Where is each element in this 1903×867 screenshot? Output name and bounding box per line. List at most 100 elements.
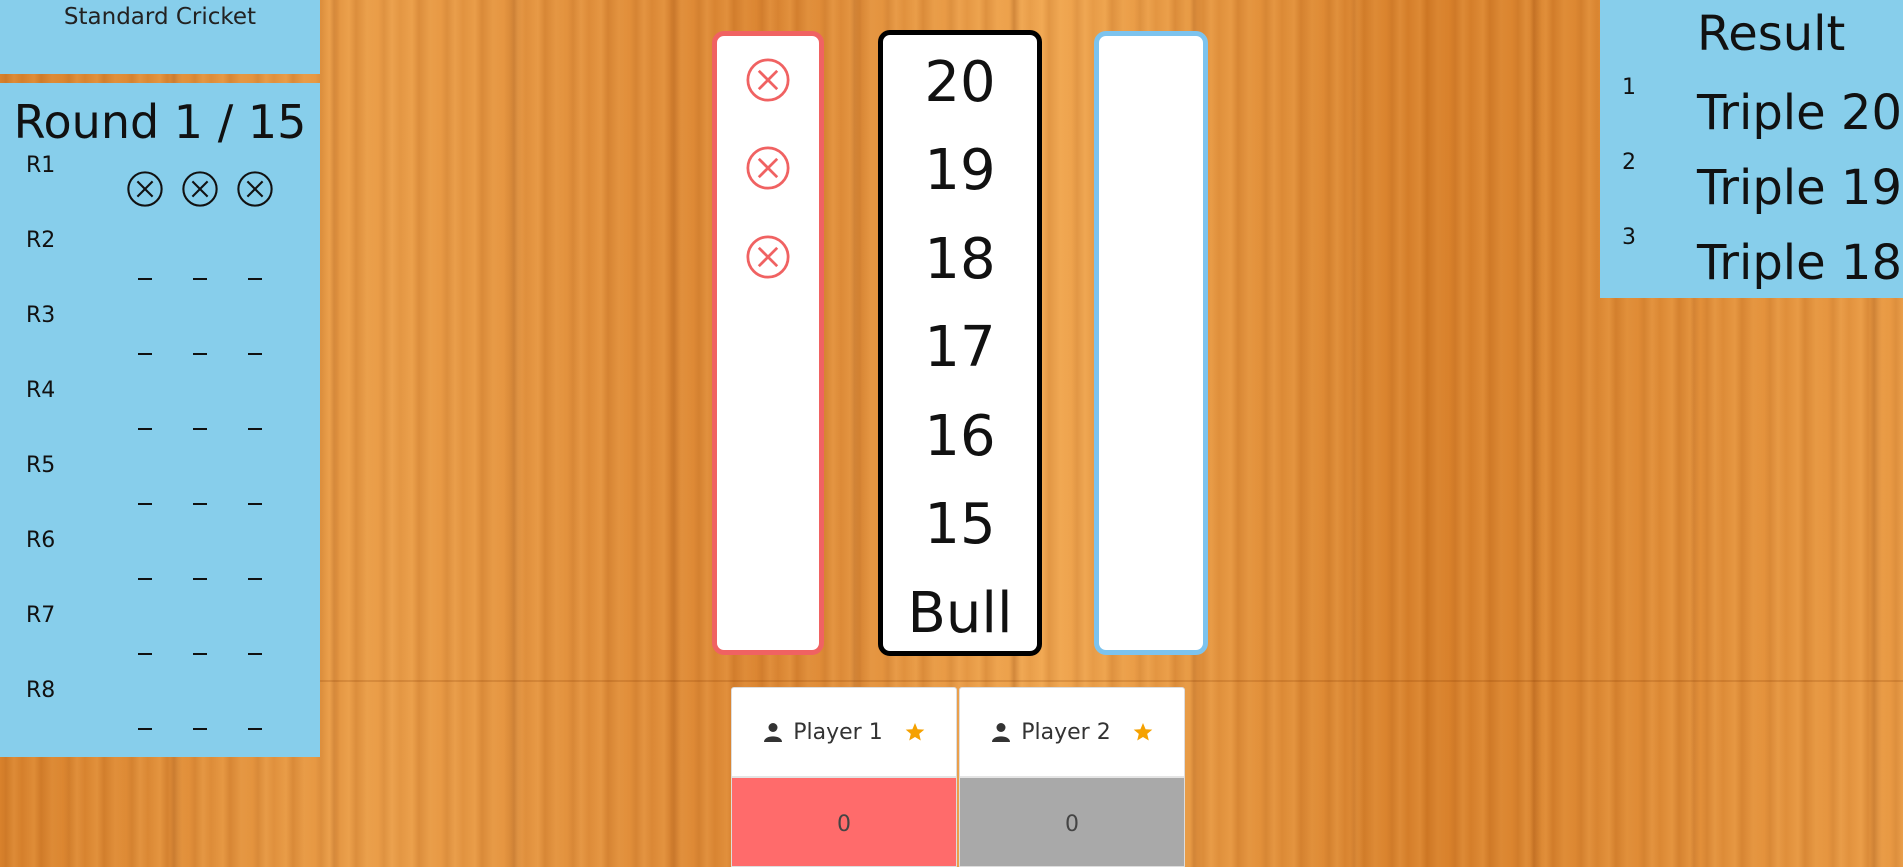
round-list: R1 R2 R3 R4 R5 R6 R7 R8 — [0, 153, 320, 753]
star-icon — [1133, 723, 1153, 741]
player-card-header: Player 1 — [732, 688, 956, 778]
round-label: R8 — [26, 678, 56, 703]
target-number: 15 — [924, 492, 996, 557]
empty-dart-dash — [193, 428, 207, 430]
miss-mark — [745, 234, 791, 280]
empty-dart-dash — [193, 728, 207, 730]
empty-dart-dash — [193, 578, 207, 580]
result-panel: Result 1 Triple 20 2 Triple 19 3 Triple 18 — [1600, 0, 1903, 298]
empty-dart-dash — [138, 653, 152, 655]
round-row: R2 — [0, 228, 320, 303]
dart-mark — [235, 694, 275, 734]
result-title: Result — [1697, 6, 1846, 62]
target-number: 17 — [924, 315, 996, 380]
round-darts — [125, 169, 275, 209]
targets-column: 20 19 18 17 16 15 Bull — [878, 30, 1042, 656]
dart-mark — [125, 319, 165, 359]
round-row: R4 — [0, 378, 320, 453]
empty-dart-dash — [193, 353, 207, 355]
round-label: R2 — [26, 228, 56, 253]
player-card-1[interactable]: Player 1 0 — [731, 687, 957, 867]
empty-dart-dash — [248, 728, 262, 730]
target-number: 19 — [924, 138, 996, 203]
round-darts — [125, 394, 275, 434]
miss-icon — [127, 171, 163, 207]
dart-mark — [180, 469, 220, 509]
round-label: R6 — [26, 528, 56, 553]
round-label: R5 — [26, 453, 56, 478]
player-card-header: Player 2 — [960, 688, 1184, 778]
dart-mark — [235, 319, 275, 359]
miss-mark — [745, 145, 791, 191]
dart-mark — [125, 694, 165, 734]
dart-mark — [235, 469, 275, 509]
round-darts — [125, 319, 275, 359]
dart-mark — [125, 169, 165, 209]
miss-mark — [745, 57, 791, 103]
empty-dart-dash — [193, 503, 207, 505]
dart-mark — [235, 619, 275, 659]
result-value: Triple 20 — [1697, 85, 1903, 141]
dart-mark — [125, 244, 165, 284]
miss-icon — [237, 171, 273, 207]
round-darts — [125, 244, 275, 284]
miss-icon — [746, 58, 790, 102]
player-name: Player 1 — [793, 719, 883, 745]
round-label: R4 — [26, 378, 56, 403]
round-label: R1 — [26, 153, 56, 178]
round-row: R3 — [0, 303, 320, 378]
target-number: 20 — [924, 50, 996, 115]
round-row: R7 — [0, 603, 320, 678]
player-score: 0 — [960, 778, 1184, 866]
round-row: R6 — [0, 528, 320, 603]
target-number: 16 — [924, 404, 996, 469]
dart-mark — [235, 544, 275, 584]
round-row: R8 — [0, 678, 320, 753]
user-icon — [992, 723, 1011, 742]
rounds-panel: Round 1 / 15 R1 R2 R3 R4 R5 R6 R7 R8 — [0, 83, 320, 757]
player-card-2[interactable]: Player 2 0 — [959, 687, 1185, 867]
dart-mark — [180, 694, 220, 734]
result-value: Triple 19 — [1697, 160, 1903, 216]
empty-dart-dash — [193, 278, 207, 280]
empty-dart-dash — [138, 278, 152, 280]
miss-icon — [746, 146, 790, 190]
miss-icon — [746, 235, 790, 279]
dart-mark — [125, 394, 165, 434]
round-darts — [125, 469, 275, 509]
dart-mark — [180, 169, 220, 209]
player2-marks-column[interactable] — [1094, 31, 1208, 655]
result-row: 2 Triple 19 — [1600, 150, 1903, 225]
miss-icon — [182, 171, 218, 207]
round-darts — [125, 544, 275, 584]
result-index: 3 — [1622, 225, 1636, 250]
empty-dart-dash — [193, 653, 207, 655]
dart-mark — [180, 319, 220, 359]
player-name: Player 2 — [1021, 719, 1111, 745]
dart-mark — [235, 394, 275, 434]
empty-dart-dash — [138, 428, 152, 430]
user-icon — [764, 723, 783, 742]
empty-dart-dash — [248, 278, 262, 280]
dart-mark — [180, 394, 220, 434]
dart-mark — [125, 469, 165, 509]
empty-dart-dash — [138, 353, 152, 355]
game-title-box: Standard Cricket — [0, 0, 320, 74]
dart-mark — [180, 619, 220, 659]
round-label: R7 — [26, 603, 56, 628]
dart-mark — [180, 544, 220, 584]
empty-dart-dash — [138, 728, 152, 730]
dart-mark — [235, 169, 275, 209]
round-counter: Round 1 / 15 — [13, 95, 307, 149]
game-title: Standard Cricket — [63, 4, 257, 30]
result-row: 3 Triple 18 — [1600, 225, 1903, 300]
empty-dart-dash — [138, 578, 152, 580]
dart-mark — [180, 244, 220, 284]
target-number: 18 — [924, 227, 996, 292]
dart-mark — [125, 544, 165, 584]
round-row: R5 — [0, 453, 320, 528]
empty-dart-dash — [248, 353, 262, 355]
dart-mark — [125, 619, 165, 659]
result-row: 1 Triple 20 — [1600, 75, 1903, 150]
player1-marks-column[interactable] — [712, 31, 824, 655]
